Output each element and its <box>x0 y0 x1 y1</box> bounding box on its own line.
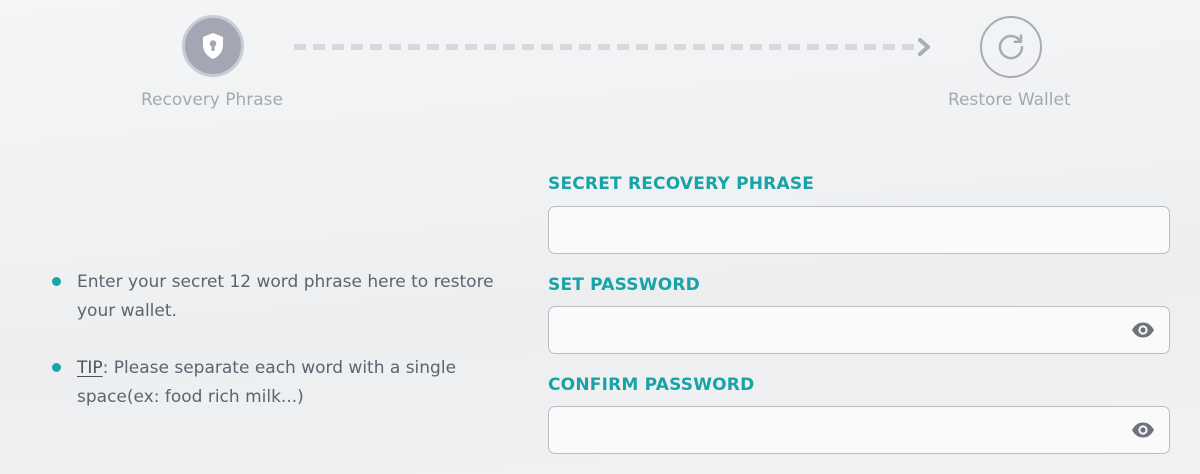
recovery-phrase-input[interactable] <box>549 208 1137 252</box>
shield-keyhole-icon <box>203 33 223 59</box>
set-password-input[interactable] <box>549 308 1137 352</box>
tip-body: : Please separate each word with a singl… <box>77 358 457 407</box>
eye-icon[interactable] <box>1131 420 1155 440</box>
confirm-password-input[interactable] <box>549 408 1137 452</box>
tip-keyword: TIP <box>77 358 103 378</box>
set-password-label: SET PASSWORD <box>548 275 700 295</box>
recovery-phrase-label: SECRET RECOVERY PHRASE <box>548 174 815 194</box>
confirm-password-label: CONFIRM PASSWORD <box>548 375 755 395</box>
bullet-dot <box>52 277 61 286</box>
recovery-phrase-field[interactable] <box>548 206 1170 254</box>
progress-stepper: Recovery Phrase Restore Wallet <box>0 0 1200 140</box>
refresh-icon <box>998 34 1024 60</box>
step-recovery-phrase-label: Recovery Phrase <box>141 90 283 110</box>
instruction-item-tip: TIP: Please separate each word with a si… <box>52 354 512 412</box>
set-password-field[interactable] <box>548 306 1170 354</box>
step-recovery-phrase-circle <box>182 15 244 77</box>
instruction-text: Enter your secret 12 word phrase here to… <box>77 272 494 321</box>
eye-icon[interactable] <box>1131 320 1155 340</box>
step-restore-wallet-label: Restore Wallet <box>948 90 1071 110</box>
step-restore-wallet-circle <box>980 16 1042 78</box>
instruction-item: Enter your secret 12 word phrase here to… <box>52 268 512 326</box>
confirm-password-field[interactable] <box>548 406 1170 454</box>
step-connector-arrow <box>294 38 930 56</box>
bullet-dot <box>52 363 61 372</box>
instructions-list: Enter your secret 12 word phrase here to… <box>52 268 512 440</box>
tip-text: TIP: Please separate each word with a si… <box>77 354 512 412</box>
